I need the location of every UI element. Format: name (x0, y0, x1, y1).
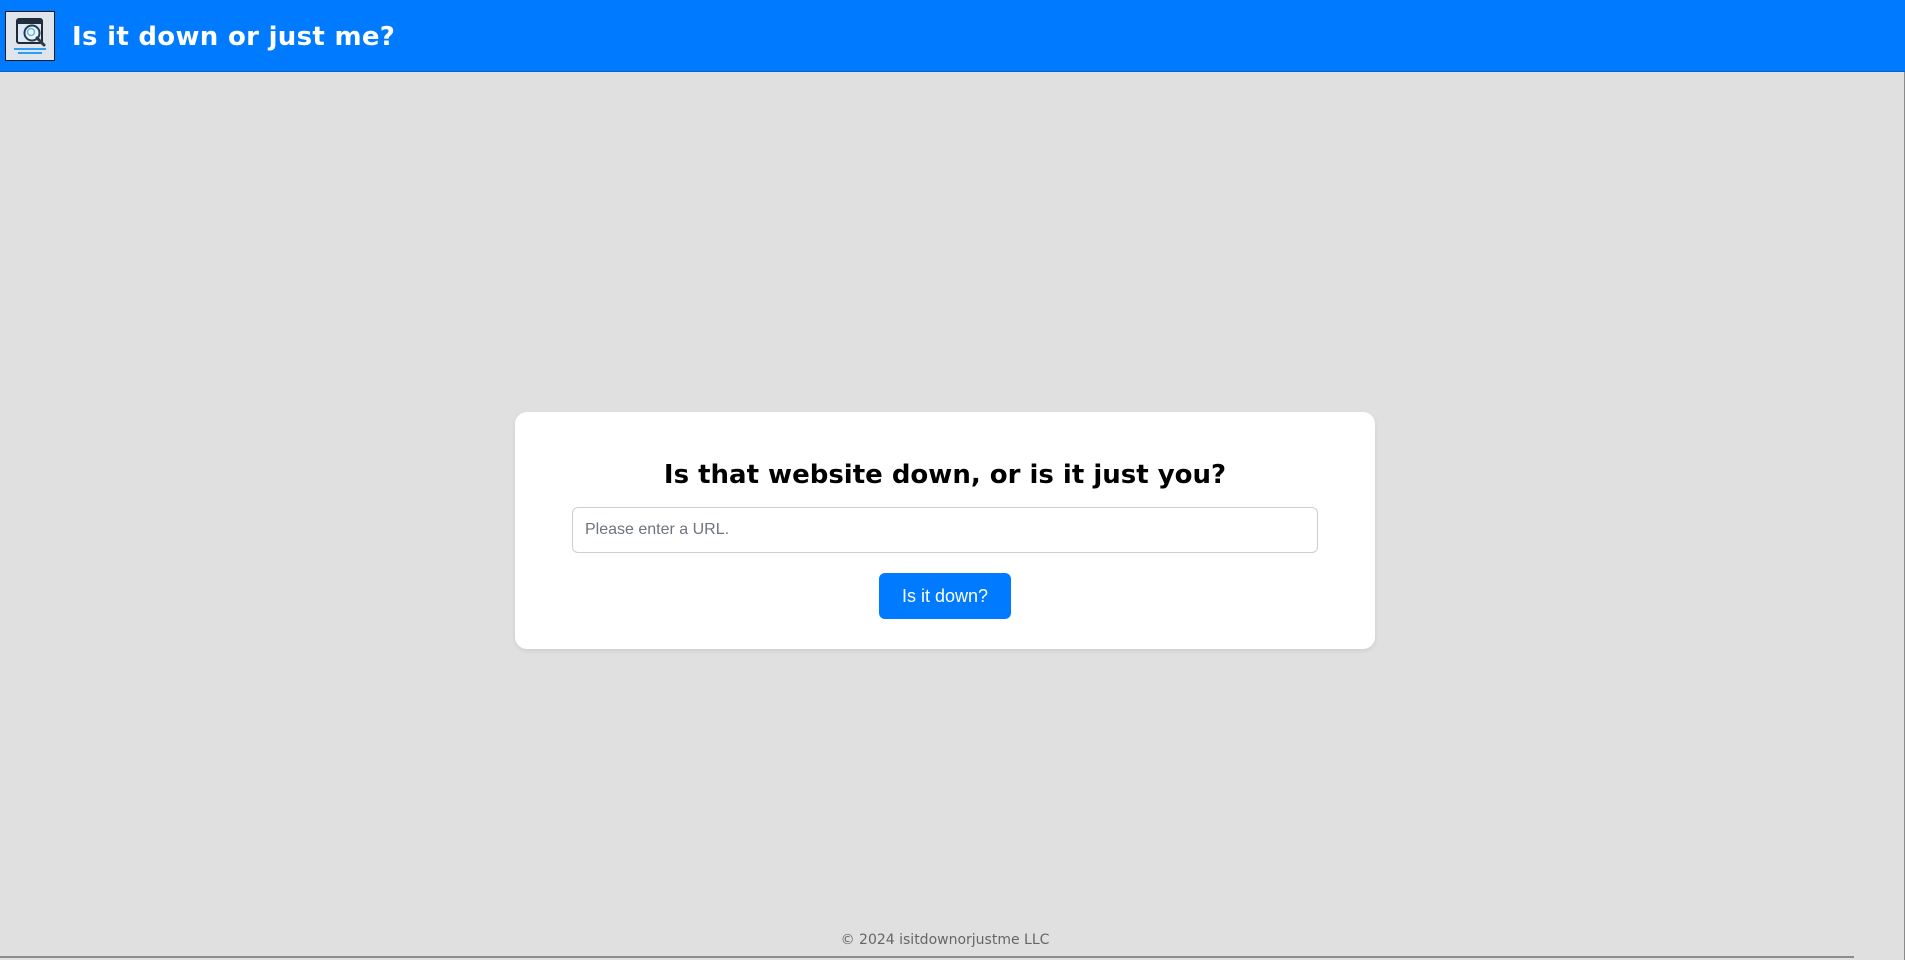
main-heading: Is that website down, or is it just you? (663, 460, 1227, 490)
footer-copyright: © 2024 isitdownorjustme LLC (840, 932, 1050, 948)
browser-magnifier-icon[interactable] (5, 11, 55, 61)
bottom-divider (0, 956, 1854, 958)
top-navbar: Is it down or just me? (0, 0, 1905, 72)
check-card: Is that website down, or is it just you?… (515, 412, 1375, 649)
is-it-down-button[interactable]: Is it down? (879, 573, 1011, 619)
url-input[interactable] (572, 507, 1318, 553)
site-title: Is it down or just me? (72, 22, 396, 52)
